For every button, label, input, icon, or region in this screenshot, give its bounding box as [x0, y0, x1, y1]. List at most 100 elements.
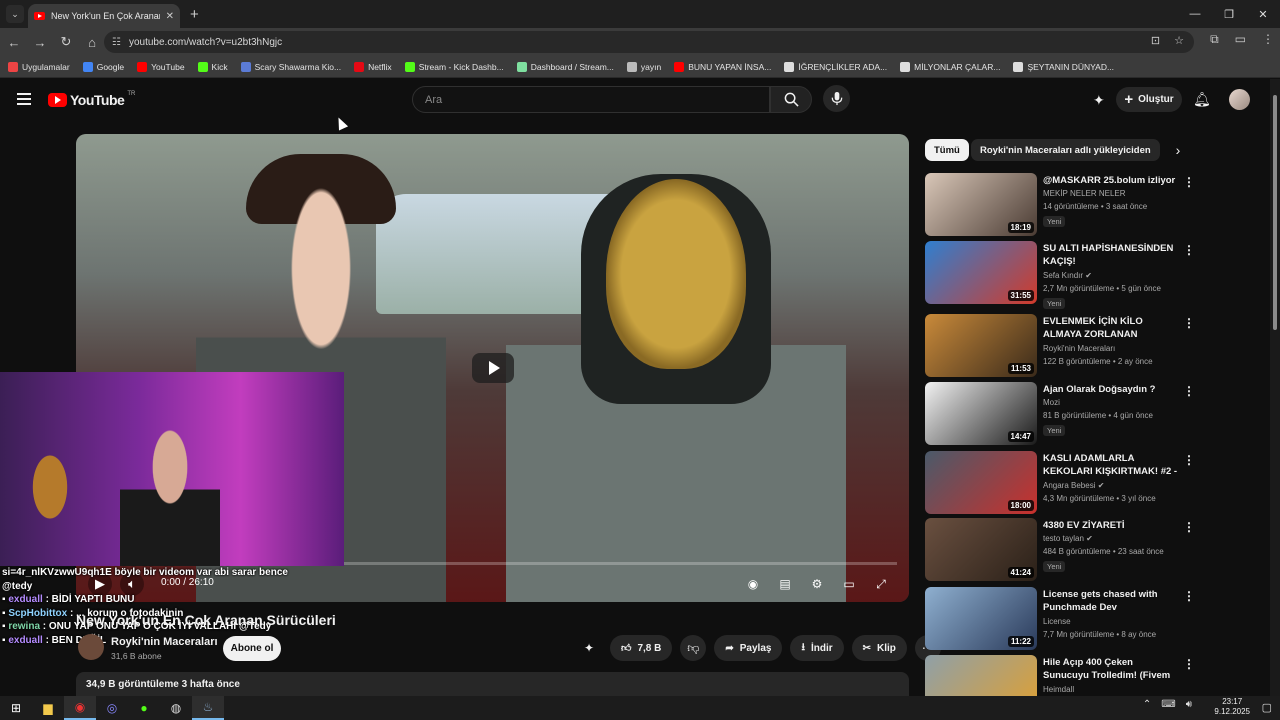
forward-icon[interactable]: →	[28, 30, 52, 54]
recommended-channel[interactable]: Mozi	[1043, 398, 1060, 407]
tray-chevron-icon[interactable]: ⌃	[1143, 699, 1151, 710]
download-button[interactable]: ⭳ İndir	[790, 635, 844, 661]
steam-icon[interactable]: ♨	[192, 696, 224, 720]
recommended-video[interactable]: 18:00 KASLI ADAMLARLA KEKOLARI KIŞKIRTMAK…	[925, 451, 1270, 515]
taskbar-clock[interactable]: 23:17 9.12.2025	[1214, 697, 1250, 717]
recommended-video[interactable]: 11:22 License gets chased with Punchmade …	[925, 587, 1270, 651]
more-vertical-icon[interactable]: ⋮	[1183, 453, 1195, 467]
kick-app-icon[interactable]: ●	[128, 696, 160, 720]
video-thumbnail[interactable]: 11:22	[925, 587, 1037, 650]
search-button[interactable]	[770, 86, 812, 113]
recommended-channel[interactable]: Sefa Kındır ✔	[1043, 271, 1092, 280]
recommended-title[interactable]: @MASKARR 25.bolum izliyor	[1043, 174, 1181, 187]
clip-button[interactable]: ✂ Klip	[851, 635, 907, 661]
recommended-video[interactable]: 18:19 @MASKARR 25.bolum izliyor MEKİP NELE…	[925, 173, 1270, 237]
more-vertical-icon[interactable]: ⋮	[1183, 589, 1195, 603]
more-vertical-icon[interactable]: ⋮	[1183, 175, 1195, 189]
avatar[interactable]	[1229, 89, 1250, 110]
youtube-logo[interactable]: YouTube TR	[48, 91, 135, 108]
channel-avatar[interactable]	[78, 634, 104, 660]
magic-icon[interactable]: ✦	[1093, 92, 1105, 109]
subtitles-icon[interactable]: ▤	[775, 574, 795, 594]
video-thumbnail[interactable]: 18:19	[925, 173, 1037, 236]
bookmark-item[interactable]: Stream - Kick Dashb...	[404, 61, 504, 72]
speaker-icon[interactable]: 🔊︎	[1186, 699, 1192, 710]
network-icon[interactable]: ⌨	[1161, 699, 1175, 710]
bookmark-item[interactable]: Uygulamalar	[8, 61, 70, 72]
subscribe-button[interactable]: Abone ol	[223, 636, 281, 661]
bookmark-item[interactable]: Scary Shawarma Kio...	[240, 61, 341, 72]
extensions-icon[interactable]: ⧉	[1210, 32, 1219, 47]
close-tab-icon[interactable]: ✕	[166, 11, 174, 22]
recommended-title[interactable]: Hile Açıp 400 Çeken Sunucuyu Trolledim! …	[1043, 656, 1181, 682]
restore-icon[interactable]: ❐	[1212, 0, 1246, 28]
more-vertical-icon[interactable]: ⋮	[1183, 657, 1195, 671]
autoplay-toggle-icon[interactable]: ◉	[743, 574, 763, 594]
notifications-bell-icon[interactable]: 🔔︎	[1193, 91, 1211, 108]
channel-name[interactable]: Royki'nin Maceraları	[111, 636, 218, 648]
settings-gear-icon[interactable]: ⚙	[807, 574, 827, 594]
minimize-icon[interactable]: —	[1178, 0, 1212, 28]
recommended-video[interactable]: 11:53 EVLENMEK İÇİN KİLO ALMAYA ZORLANAN …	[925, 314, 1270, 378]
reload-icon[interactable]: ↻	[54, 30, 78, 54]
new-tab-button[interactable]: +	[190, 6, 199, 23]
sparkle-icon[interactable]: ✦	[576, 635, 602, 661]
recommended-title[interactable]: 4380 EV ZİYARETİ	[1043, 519, 1181, 532]
back-icon[interactable]: ←	[2, 30, 26, 54]
bookmark-item[interactable]: Kick	[197, 61, 228, 72]
bookmark-item[interactable]: Google	[82, 61, 124, 72]
bookmark-item[interactable]: YouTube	[137, 61, 185, 72]
recommended-title[interactable]: EVLENMEK İÇİN KİLO ALMAYA ZORLANAN KADIN…	[1043, 315, 1181, 341]
tab-search-button[interactable]: ⌄	[6, 5, 24, 23]
recommended-title[interactable]: SU ALTI HAPİSHANESİNDEN KAÇIŞ!	[1043, 242, 1181, 268]
recommended-title[interactable]: License gets chased with Punchmade Dev	[1043, 588, 1181, 614]
more-vertical-icon[interactable]: ⋮	[1183, 384, 1195, 398]
recommended-title[interactable]: Ajan Olarak Doğsaydın ?	[1043, 383, 1181, 396]
recommended-video[interactable]: 41:24 4380 EV ZİYARETİ testo taylan ✔ 484 B…	[925, 518, 1270, 582]
more-vertical-icon[interactable]: ⋮	[1183, 520, 1195, 534]
bookmark-item[interactable]: BUNU YAPAN İNSA...	[674, 61, 771, 72]
voice-search-button[interactable]	[823, 85, 850, 112]
recommended-channel[interactable]: License	[1043, 617, 1071, 626]
like-button[interactable]: 👍︎ 7,8 B	[610, 635, 673, 661]
recommended-channel[interactable]: testo taylan ✔	[1043, 534, 1093, 543]
recommended-channel[interactable]: MEKİP NELER NELER	[1043, 189, 1126, 198]
recommended-channel[interactable]: Royki'nin Maceraları	[1043, 344, 1115, 353]
windows-start-icon[interactable]: ⊞	[0, 696, 32, 720]
more-vertical-icon[interactable]: ⋮	[1183, 243, 1195, 257]
bookmark-item[interactable]: Netflix	[354, 61, 392, 72]
description-box[interactable]: 34,9 B görüntüleme 3 hafta önce	[76, 672, 909, 696]
app-icon[interactable]: ◎	[96, 696, 128, 720]
video-thumbnail[interactable]: 18:00	[925, 451, 1037, 514]
browser-tab[interactable]: New York'un En Çok Aranan Sür ✕	[28, 4, 180, 28]
recommended-title[interactable]: KASLI ADAMLARLA KEKOLARI KIŞKIRTMAK! #2 …	[1043, 452, 1181, 478]
url-bar[interactable]: ☷ youtube.com/watch?v=u2bt3hNgjc ⊡ ☆	[104, 31, 1194, 53]
bookmark-item[interactable]: ŞEYTANIN DÜNYAD...	[1013, 61, 1114, 72]
chevron-right-icon[interactable]: ›	[1168, 140, 1188, 160]
chip-channel[interactable]: Royki'nin Maceraları adlı yükleyiciden	[971, 139, 1160, 161]
theater-mode-icon[interactable]: ▭	[839, 574, 859, 594]
video-thumbnail[interactable]: 14:47	[925, 382, 1037, 445]
home-icon[interactable]: ⌂	[80, 30, 104, 54]
profile-extension-icon[interactable]: ▭	[1235, 32, 1246, 47]
site-info-icon[interactable]: ☷	[112, 37, 121, 48]
bookmark-item[interactable]: İĞRENÇLİKLER ADA...	[784, 61, 887, 72]
bookmark-star-icon[interactable]: ☆	[1174, 34, 1184, 47]
share-button[interactable]: ➦ Paylaş	[714, 635, 783, 661]
chrome-icon[interactable]: ◉	[64, 696, 96, 720]
create-button[interactable]: + Oluştur	[1116, 87, 1182, 112]
video-thumbnail[interactable]: 41:24	[925, 518, 1037, 581]
recommended-video[interactable]: 14:47 Ajan Olarak Doğsaydın ? Mozi 81 B gör…	[925, 382, 1270, 446]
center-play-button[interactable]	[472, 353, 514, 383]
chip-all[interactable]: Tümü	[925, 139, 969, 161]
fullscreen-icon[interactable]: ⤢	[871, 574, 891, 594]
menu-icon[interactable]	[17, 93, 31, 105]
bookmark-item[interactable]: Dashboard / Stream...	[516, 61, 614, 72]
search-input[interactable]: Ara	[412, 86, 770, 113]
bookmark-item[interactable]: yayın	[626, 61, 661, 72]
more-vertical-icon[interactable]: ⋮	[1183, 316, 1195, 330]
browser-menu-icon[interactable]: ⋮	[1262, 32, 1274, 47]
video-thumbnail[interactable]: 31:55	[925, 241, 1037, 304]
notification-center-icon[interactable]: ▢	[1262, 701, 1272, 714]
install-icon[interactable]: ⊡	[1151, 34, 1160, 47]
